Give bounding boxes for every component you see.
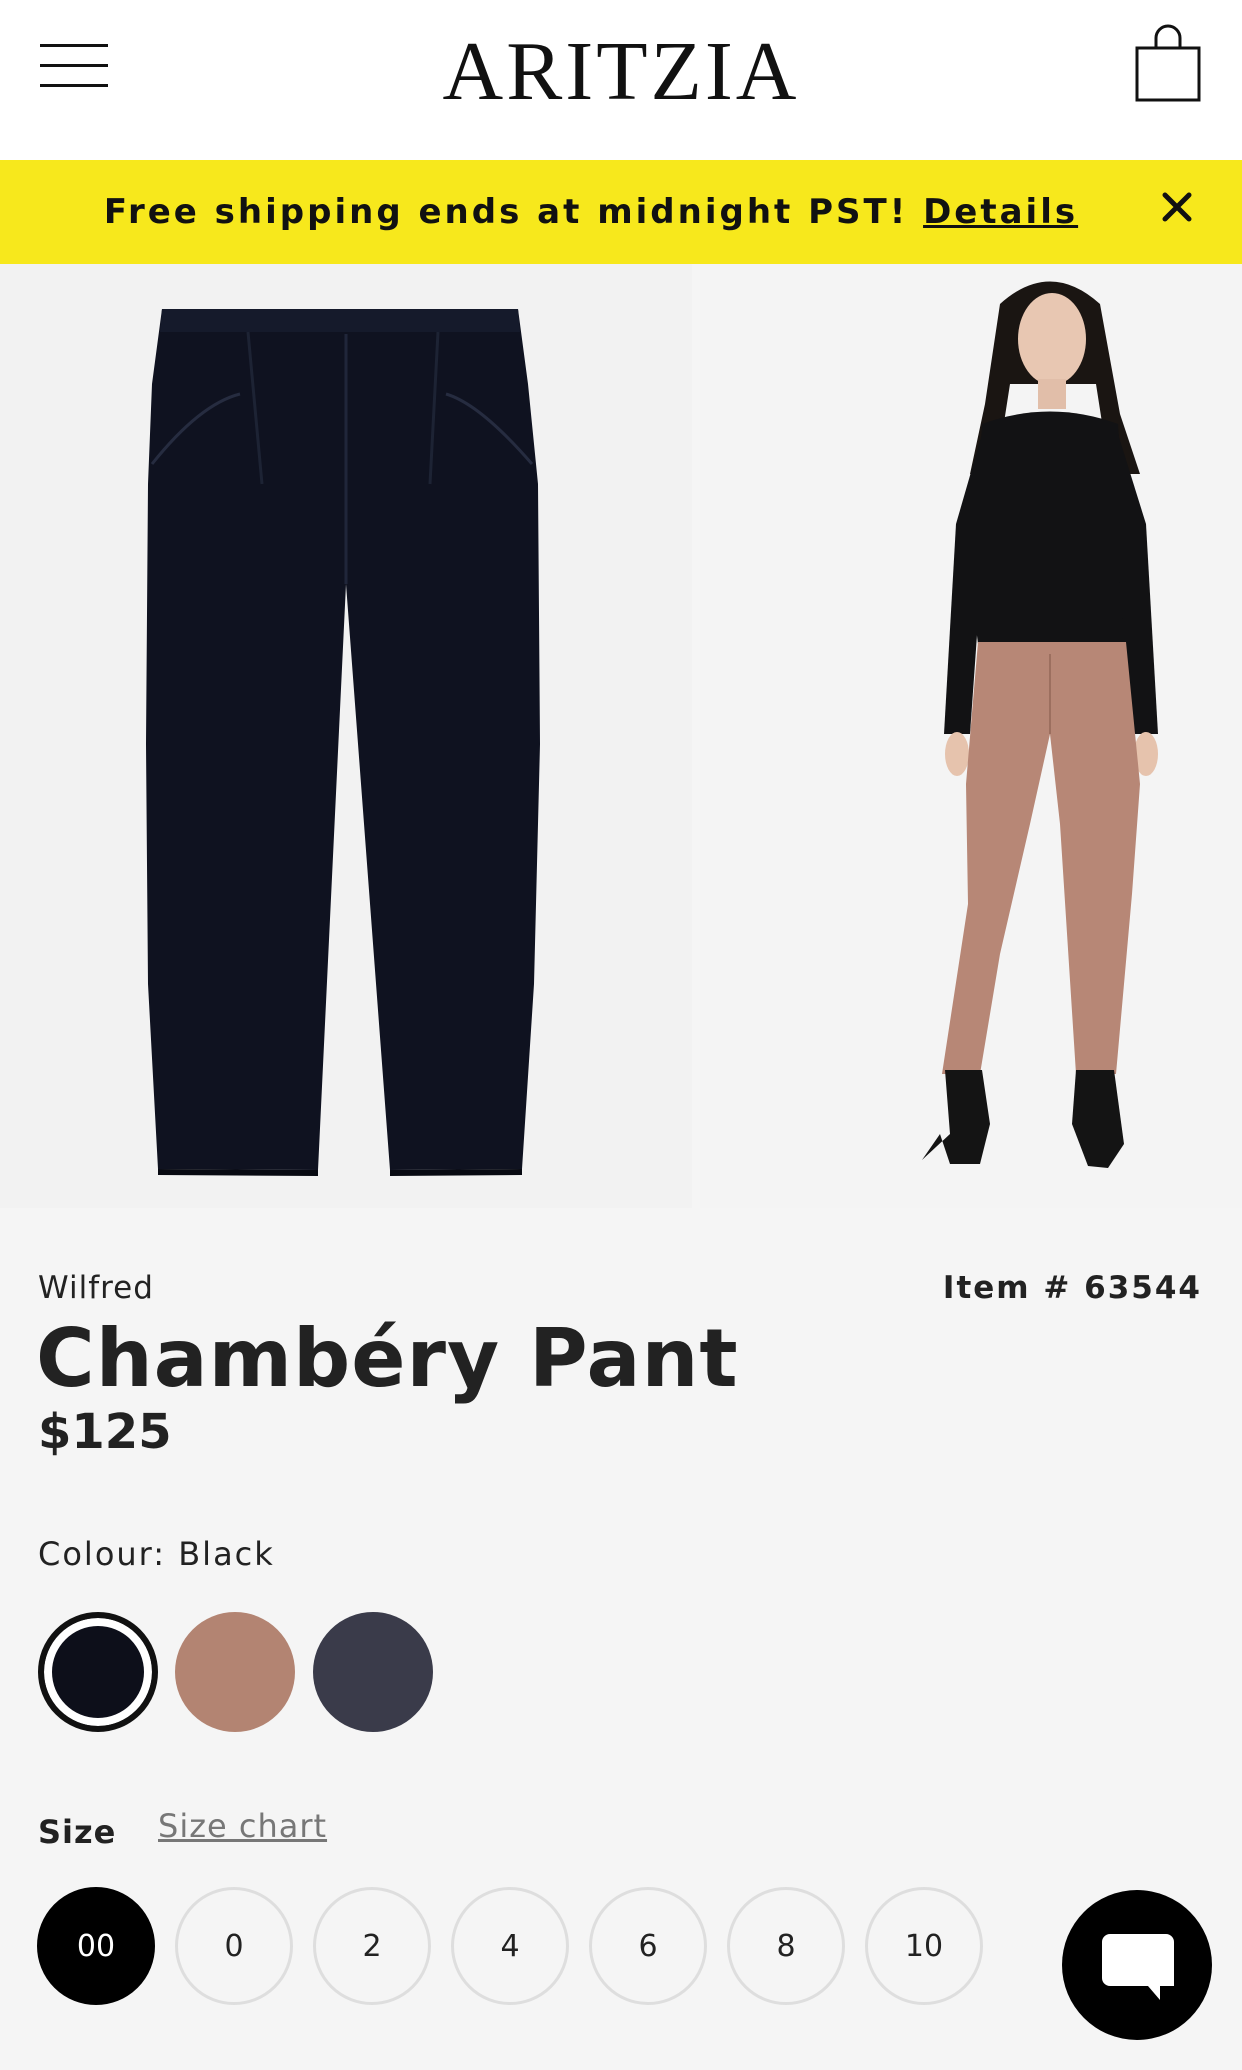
promo-details-link[interactable]: Details bbox=[923, 192, 1078, 232]
size-chart-link[interactable]: Size chart bbox=[158, 1807, 327, 1845]
colour-swatch-brown[interactable] bbox=[175, 1612, 295, 1732]
model-illustration bbox=[922, 281, 1158, 1168]
shopping-bag-icon[interactable] bbox=[1134, 24, 1202, 102]
product-name: Chambéry Pant bbox=[36, 1312, 739, 1405]
header: ARITZIA bbox=[0, 0, 1242, 160]
colour-swatch-black[interactable] bbox=[38, 1612, 158, 1732]
size-option-0[interactable]: 0 bbox=[175, 1887, 293, 2005]
close-icon[interactable] bbox=[1160, 190, 1194, 224]
black-pant-illustration bbox=[146, 309, 540, 1176]
size-option-8[interactable]: 8 bbox=[727, 1887, 845, 2005]
promo-banner: Free shipping ends at midnight PST! Deta… bbox=[0, 160, 1242, 264]
product-price: $125 bbox=[38, 1404, 172, 1460]
size-option-6[interactable]: 6 bbox=[589, 1887, 707, 2005]
chat-button[interactable] bbox=[1062, 1890, 1212, 2040]
product-image-model[interactable] bbox=[700, 264, 1242, 1208]
size-label: Size bbox=[38, 1813, 117, 1851]
chat-bubble-icon bbox=[1102, 1934, 1174, 2000]
colour-label: Colour: Black bbox=[38, 1535, 275, 1573]
size-option-2[interactable]: 2 bbox=[313, 1887, 431, 2005]
logo[interactable]: ARITZIA bbox=[0, 22, 1242, 122]
product-brand[interactable]: Wilfred bbox=[38, 1270, 154, 1306]
colour-swatch-navy[interactable] bbox=[313, 1612, 433, 1732]
size-option-10[interactable]: 10 bbox=[865, 1887, 983, 2005]
promo-text: Free shipping ends at midnight PST! bbox=[103, 192, 909, 232]
size-option-4[interactable]: 4 bbox=[451, 1887, 569, 2005]
promo-text-line: Free shipping ends at midnight PST! Deta… bbox=[0, 160, 1242, 264]
size-option-00[interactable]: 00 bbox=[37, 1887, 155, 2005]
product-image-flatlay[interactable] bbox=[0, 264, 692, 1208]
item-number: Item # 63544 bbox=[942, 1270, 1202, 1306]
